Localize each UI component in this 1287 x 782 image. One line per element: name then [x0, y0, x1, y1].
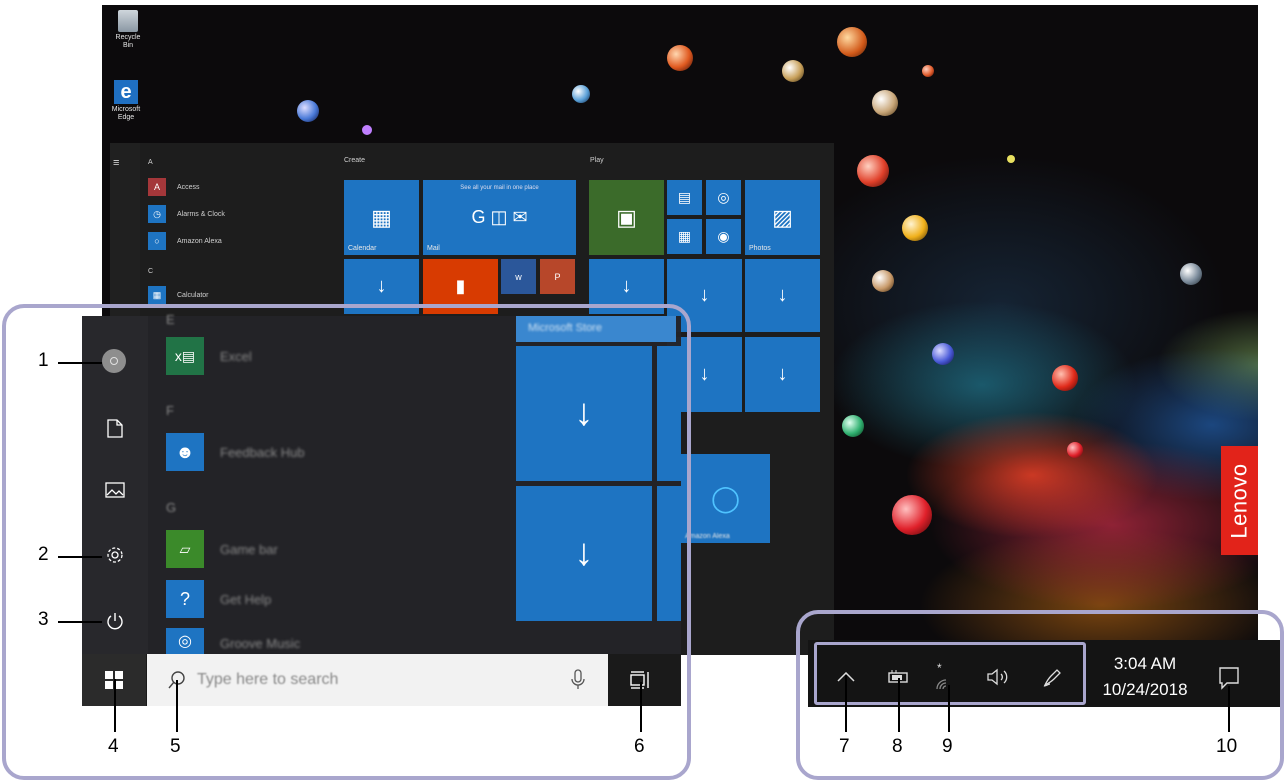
tile-photos[interactable]: ▨ Photos — [745, 180, 820, 255]
callout-8: 8 — [892, 736, 903, 757]
alexa-icon: ◯ — [710, 483, 741, 513]
callout-5: 5 — [170, 736, 181, 757]
group-play-label: Play — [590, 157, 604, 164]
app-calculator[interactable]: Calculator — [177, 292, 209, 299]
app-alexa[interactable]: Amazon Alexa — [177, 238, 222, 245]
tile-mail[interactable]: See all your mail in one place G ◫ ✉ Mail — [423, 180, 576, 255]
calculator-icon: ▦ — [677, 228, 692, 244]
callout-9: 9 — [942, 736, 953, 757]
tile-calendar[interactable]: ▦ Calendar — [344, 180, 419, 255]
tile-powerpoint[interactable]: P — [540, 259, 575, 294]
download-icon: ↓ — [777, 284, 788, 306]
recycle-bin-shortcut[interactable]: Recycle Bin — [113, 10, 143, 50]
mail-tagline: See all your mail in one place — [460, 185, 539, 191]
alexa-icon: ○ — [148, 232, 166, 250]
edge-label: Microsoft Edge — [111, 106, 141, 121]
lenovo-logo: Lenovo — [1221, 446, 1258, 555]
tile-download-6[interactable]: ↓ — [745, 337, 820, 412]
callout-9-line — [948, 685, 950, 732]
edge-shortcut[interactable]: e Microsoft Edge — [109, 80, 143, 122]
tile-movies[interactable]: ▤ — [667, 180, 702, 215]
download-icon: ↓ — [376, 275, 387, 297]
callout-7-line — [845, 675, 847, 732]
tile-groove[interactable]: ◎ — [706, 180, 741, 215]
apps-header-a: A — [148, 159, 153, 166]
tile-download-4[interactable]: ↓ — [745, 259, 820, 332]
powerpoint-icon: P — [554, 271, 561, 282]
word-icon: w — [515, 271, 522, 282]
callout-8-line — [898, 678, 900, 732]
download-icon: ↓ — [621, 275, 632, 297]
callout-2-line — [58, 556, 102, 558]
callout-10: 10 — [1216, 736, 1238, 757]
download-icon: ↓ — [699, 363, 710, 385]
callout-4-line — [114, 679, 116, 732]
app-access[interactable]: Access — [177, 184, 200, 191]
access-icon: A — [148, 178, 166, 196]
app-alarms[interactable]: Alarms & Clock — [177, 211, 225, 218]
callout-6-line — [640, 682, 642, 732]
minecraft-icon: ▣ — [616, 204, 637, 230]
edge-icon: e — [114, 80, 138, 104]
tile-camera[interactable]: ◉ — [706, 219, 741, 254]
callout-6: 6 — [634, 736, 645, 757]
callout-10-line — [1228, 686, 1230, 732]
tile-amazon-alexa[interactable]: ◯ Amazon Alexa — [681, 454, 770, 543]
callout-3: 3 — [38, 609, 49, 630]
photos-icon: ▨ — [772, 204, 793, 230]
movies-icon: ▤ — [677, 189, 692, 205]
groove-icon: ◎ — [717, 189, 730, 205]
callout-5-line — [176, 680, 178, 732]
callout-3-line — [58, 621, 102, 623]
calendar-icon: ▦ — [371, 204, 392, 230]
callout-4: 4 — [108, 736, 119, 757]
hamburger-icon[interactable]: ≡ — [113, 157, 119, 169]
recycle-bin-icon — [118, 10, 138, 32]
callout-7: 7 — [839, 736, 850, 757]
mail-icons: G ◫ ✉ — [471, 207, 528, 227]
camera-icon: ◉ — [717, 228, 730, 244]
tray-icons-highlight — [814, 642, 1086, 705]
office-icon: ▮ — [455, 276, 466, 296]
download-icon: ↓ — [777, 363, 788, 385]
apps-header-c: C — [148, 268, 154, 275]
group-create-label: Create — [344, 157, 366, 164]
callout-1-line — [58, 362, 102, 364]
callout-1: 1 — [38, 350, 49, 371]
calculator-icon: ▦ — [148, 286, 166, 304]
tile-word[interactable]: w — [501, 259, 536, 294]
recycle-bin-label: Recycle Bin — [115, 34, 141, 49]
alarms-icon: ◷ — [148, 205, 166, 223]
tile-calculator[interactable]: ▦ — [667, 219, 702, 254]
callout-2: 2 — [38, 544, 49, 565]
tile-minecraft[interactable]: ▣ — [589, 180, 664, 255]
start-callout-frame — [2, 304, 691, 780]
download-icon: ↓ — [699, 284, 710, 306]
